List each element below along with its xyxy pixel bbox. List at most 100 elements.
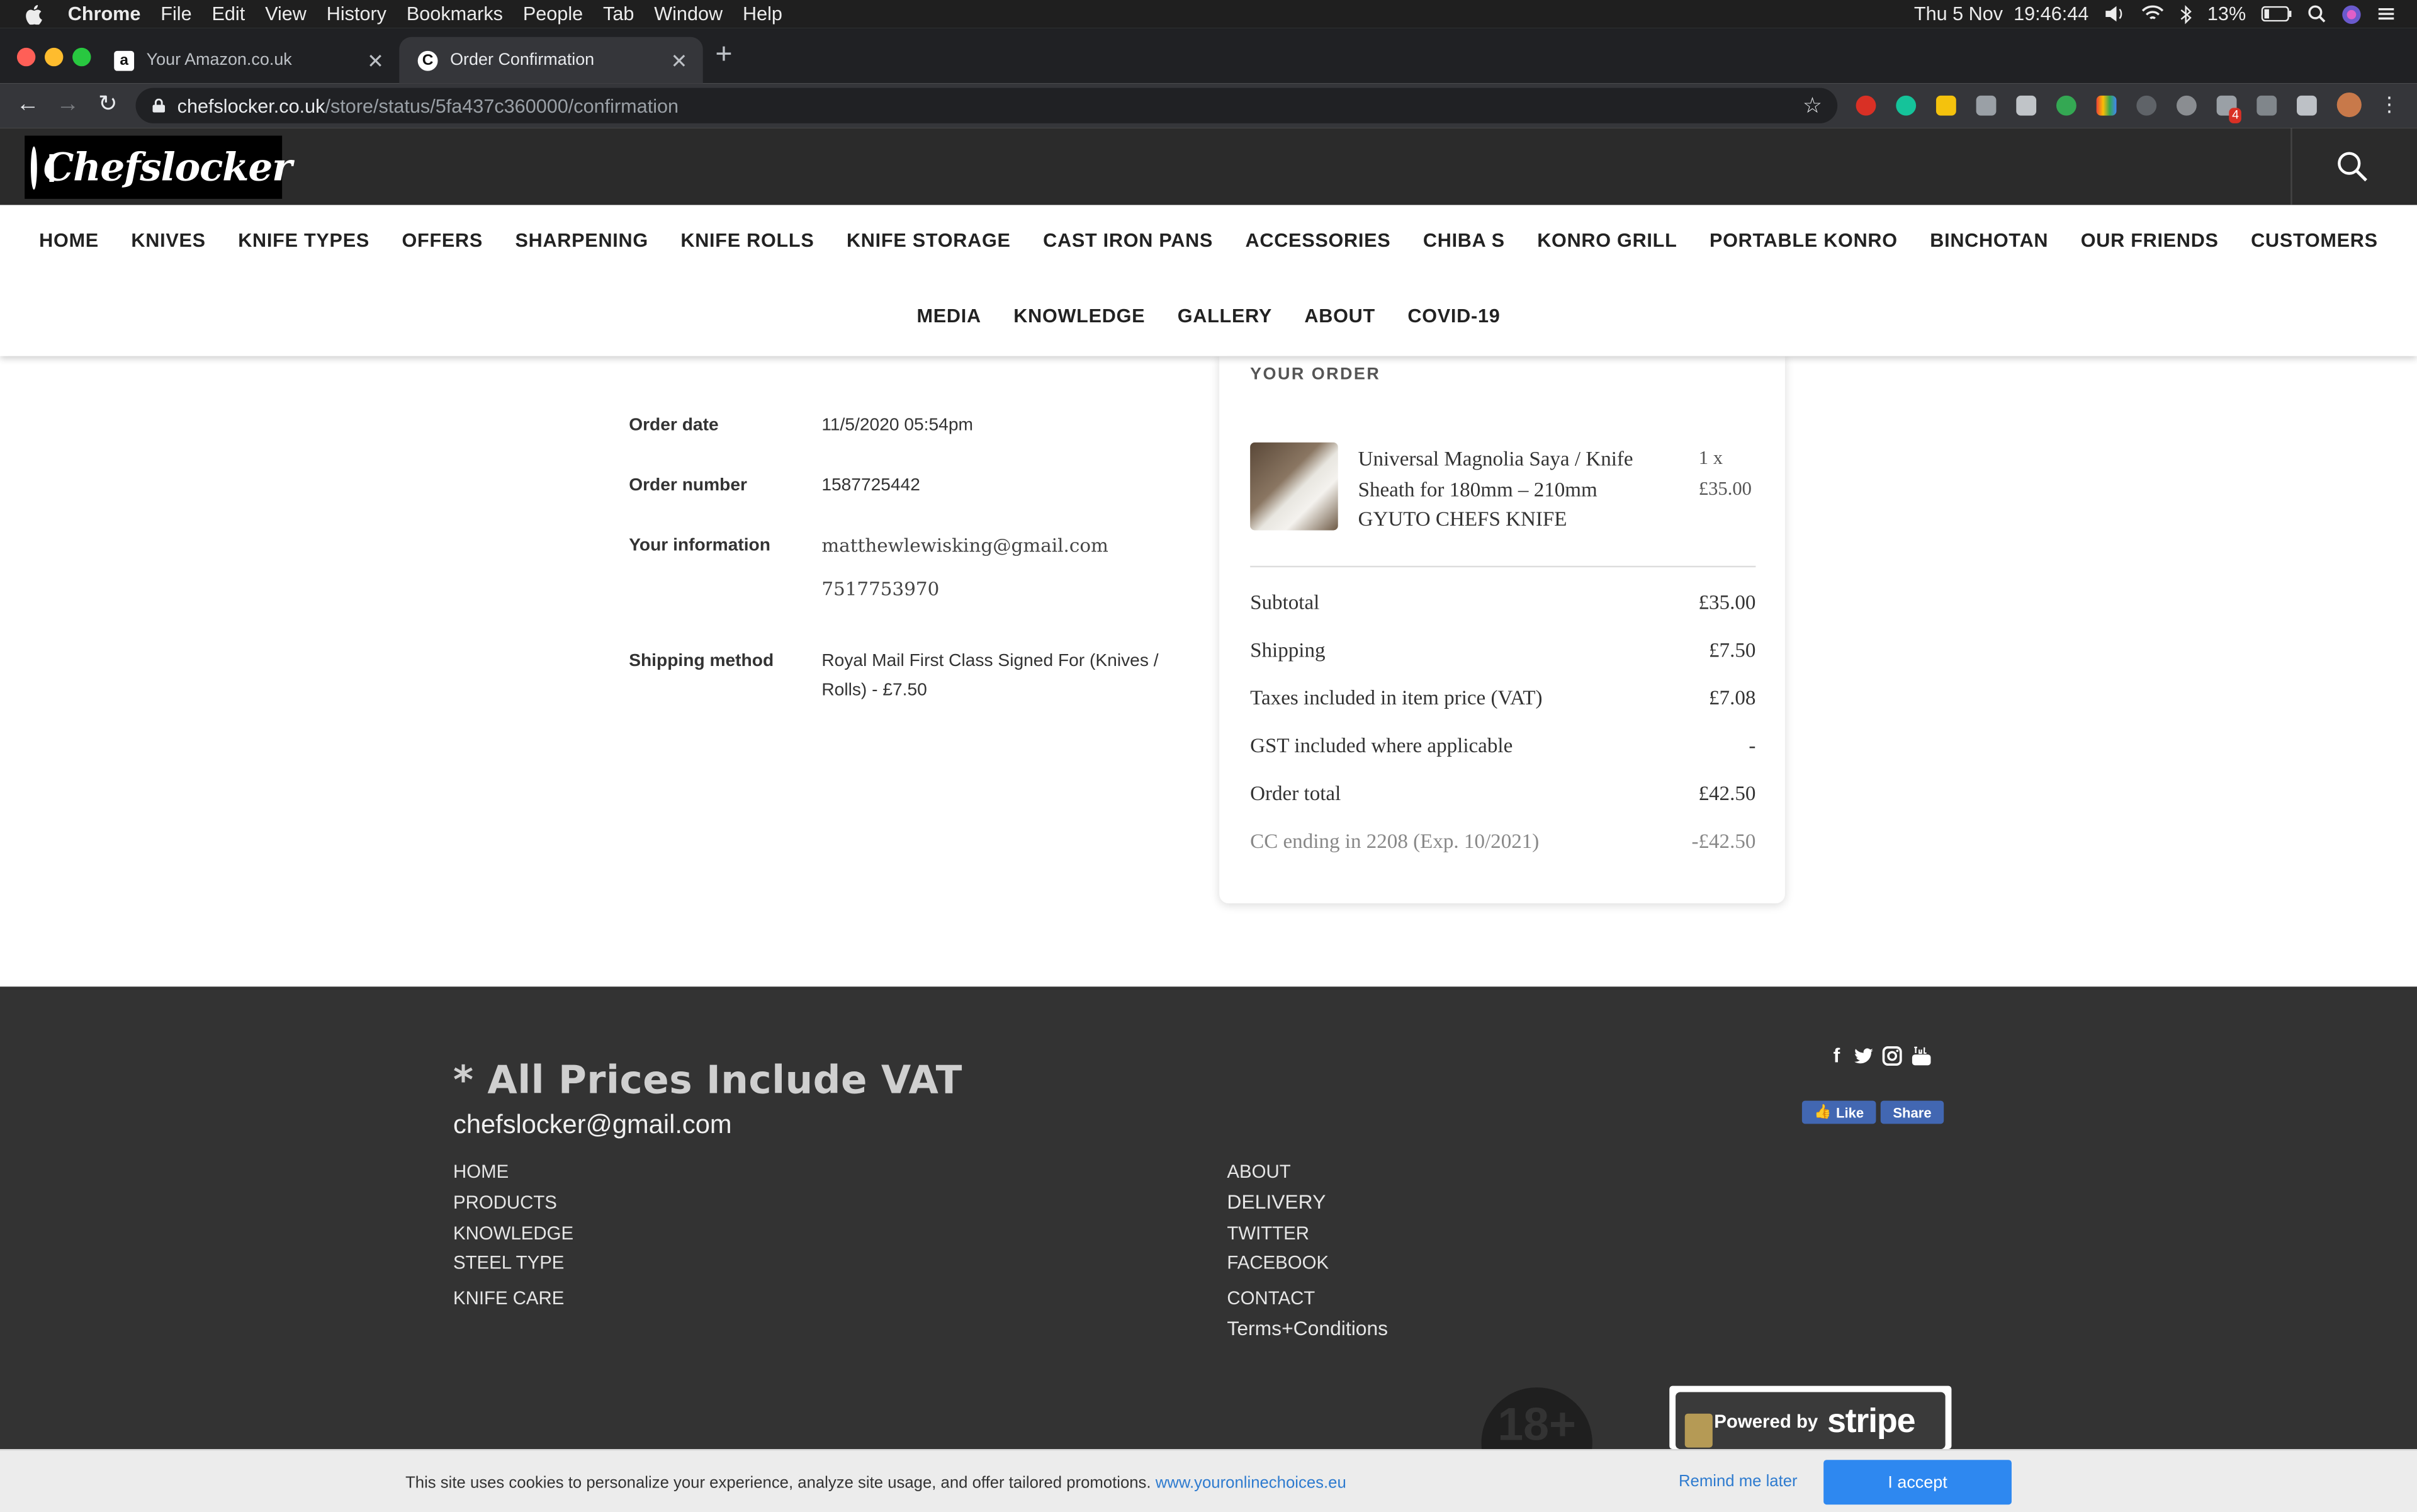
window-zoom-button[interactable] [72, 47, 91, 67]
product-name[interactable]: Universal Magnolia Saya / Knife Sheath f… [1358, 444, 1667, 534]
footer-link-home[interactable]: HOME [453, 1161, 509, 1182]
tab-close-icon[interactable]: ✕ [671, 49, 688, 74]
footer-link-delivery[interactable]: DELIVERY [1227, 1190, 1326, 1214]
tab-close-icon[interactable]: ✕ [367, 49, 384, 74]
twitter-icon[interactable] [1854, 1045, 1874, 1066]
nav-accessories[interactable]: ACCESSORIES [1246, 230, 1391, 251]
nav-gallery[interactable]: GALLERY [1178, 305, 1272, 327]
extension-adblock-icon[interactable] [1856, 95, 1876, 116]
nav-chiba-s[interactable]: CHIBA S [1423, 230, 1505, 251]
summary-label: CC ending in 2208 (Exp. 10/2021) [1250, 829, 1540, 853]
facebook-icon[interactable]: f [1827, 1044, 1847, 1066]
nav-knowledge[interactable]: KNOWLEDGE [1013, 305, 1145, 327]
footer-email[interactable]: chefslocker@gmail.com [453, 1110, 732, 1141]
powered-by-stripe-badge[interactable]: Powered by stripe [1669, 1385, 1952, 1450]
facebook-like-button[interactable]: 👍 Like [1801, 1100, 1876, 1124]
bookmark-star-icon[interactable]: ☆ [1803, 93, 1822, 119]
volume-icon[interactable] [2104, 4, 2126, 23]
footer-link-knife-care[interactable]: KNIFE CARE [453, 1287, 564, 1309]
extension-drop-icon[interactable] [2136, 95, 2157, 116]
nav-our-friends[interactable]: OUR FRIENDS [2081, 230, 2219, 251]
siri-icon[interactable] [2341, 4, 2362, 24]
menu-window[interactable]: Window [654, 3, 723, 25]
menu-bookmarks[interactable]: Bookmarks [407, 3, 503, 25]
nav-about[interactable]: ABOUT [1304, 305, 1375, 327]
menu-history[interactable]: History [327, 3, 386, 25]
nav-home[interactable]: HOME [39, 230, 99, 251]
footer-link-twitter[interactable]: TWITTER [1227, 1222, 1309, 1244]
nav-covid-19[interactable]: COVID-19 [1407, 305, 1500, 327]
nav-knife-storage[interactable]: KNIFE STORAGE [847, 230, 1011, 251]
tab-order-confirmation[interactable]: C Order Confirmation ✕ [399, 37, 703, 84]
nav-knife-rolls[interactable]: KNIFE ROLLS [680, 230, 814, 251]
extension-chat-icon[interactable] [2176, 95, 2197, 116]
menu-view[interactable]: View [265, 3, 307, 25]
remind-me-later-button[interactable]: Remind me later [1679, 1472, 1798, 1491]
menu-edit[interactable]: Edit [211, 3, 245, 25]
apple-icon[interactable] [21, 4, 46, 24]
menu-tab[interactable]: Tab [603, 3, 634, 25]
stripe-powered-text: Powered by [1714, 1409, 1818, 1431]
accept-cookies-button[interactable]: I accept [1823, 1460, 2012, 1505]
search-icon[interactable] [2335, 150, 2369, 184]
nav-offers[interactable]: OFFERS [402, 230, 483, 251]
battery-icon[interactable] [2261, 6, 2292, 22]
forward-arrow-icon[interactable]: → [52, 91, 83, 118]
footer-link-products[interactable]: PRODUCTS [453, 1192, 557, 1213]
control-center-icon[interactable] [2377, 4, 2395, 23]
footer-link-about[interactable]: ABOUT [1227, 1161, 1290, 1182]
footer-link-steel-type[interactable]: STEEL TYPE [453, 1252, 564, 1273]
clock[interactable]: Thu 5 Nov 19:46:44 [1914, 3, 2088, 25]
footer-link-terms[interactable]: Terms+Conditions [1227, 1316, 1388, 1340]
extensions-menu-icon[interactable] [2297, 95, 2317, 116]
bluetooth-icon[interactable] [2180, 4, 2192, 24]
chrome-menu-icon[interactable]: ⋮ [2374, 91, 2404, 118]
new-tab-plus-icon[interactable]: + [715, 40, 732, 70]
order-date-label: Order date [629, 416, 719, 435]
nav-portable-konro[interactable]: PORTABLE KONRO [1710, 230, 1898, 251]
product-thumbnail[interactable] [1250, 442, 1338, 531]
cookie-info-link[interactable]: www.youronlinechoices.eu [1156, 1474, 1346, 1492]
reload-icon[interactable]: ↻ [93, 91, 123, 118]
extension-puzzle-icon[interactable] [2256, 95, 2277, 116]
extension-grammarly-icon[interactable] [1896, 95, 1917, 116]
address-bar[interactable]: chefslocker.co.uk/store/status/5fa437c36… [135, 87, 1838, 123]
nav-media[interactable]: MEDIA [917, 305, 981, 327]
nav-cast-iron-pans[interactable]: CAST IRON PANS [1043, 230, 1213, 251]
extension-green-icon[interactable] [2056, 95, 2076, 116]
instagram-icon[interactable] [1882, 1045, 1902, 1066]
menu-app-name[interactable]: Chrome [68, 3, 141, 25]
menu-people[interactable]: People [523, 3, 583, 25]
nav-knife-types[interactable]: KNIFE TYPES [238, 230, 369, 251]
extension-screen-icon[interactable] [2016, 95, 2037, 116]
profile-avatar[interactable] [2336, 92, 2362, 118]
summary-vat: Taxes included in item price (VAT) £7.08 [1250, 686, 1755, 711]
youtube-icon[interactable] [1912, 1045, 1932, 1066]
facebook-share-button[interactable]: Share [1880, 1100, 1944, 1124]
summary-label: GST included where applicable [1250, 733, 1513, 757]
vat-notice: * All Prices Include VAT [453, 1058, 962, 1103]
site-logo[interactable]: Chefslocker [25, 135, 292, 199]
wifi-icon[interactable] [2141, 4, 2165, 23]
lock-icon[interactable] [152, 98, 166, 113]
footer-link-facebook[interactable]: FACEBOOK [1227, 1252, 1329, 1273]
spotlight-search-icon[interactable] [2307, 4, 2326, 23]
extension-notes-icon[interactable] [1935, 95, 1956, 116]
stripe-badge-inner: Powered by stripe [1676, 1392, 1946, 1450]
menu-help[interactable]: Help [743, 3, 782, 25]
nav-konro-grill[interactable]: KONRO GRILL [1537, 230, 1677, 251]
nav-knives[interactable]: KNIVES [131, 230, 205, 251]
nav-sharpening[interactable]: SHARPENING [515, 230, 648, 251]
menu-file[interactable]: File [161, 3, 191, 25]
nav-binchotan[interactable]: BINCHOTAN [1930, 230, 2048, 251]
footer-link-knowledge[interactable]: KNOWLEDGE [453, 1222, 573, 1244]
main-navigation: HOME KNIVES KNIFE TYPES OFFERS SHARPENIN… [0, 205, 2417, 356]
window-minimize-button[interactable] [45, 47, 64, 67]
window-close-button[interactable] [16, 47, 36, 67]
extension-calendar-icon[interactable] [1976, 95, 1997, 116]
tab-amazon[interactable]: a Your Amazon.co.uk ✕ [96, 37, 399, 83]
extension-docs-icon[interactable] [2096, 95, 2117, 116]
nav-customers[interactable]: CUSTOMERS [2251, 230, 2378, 251]
back-arrow-icon[interactable]: ← [13, 91, 43, 118]
footer-link-contact[interactable]: CONTACT [1227, 1287, 1315, 1309]
